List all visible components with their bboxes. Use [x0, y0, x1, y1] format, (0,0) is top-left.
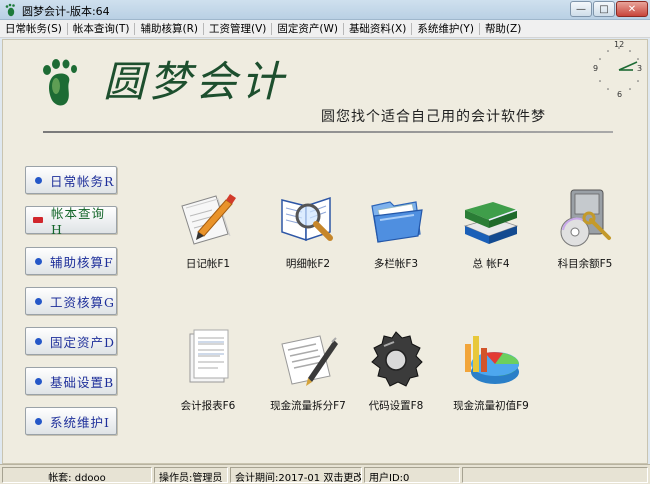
close-button[interactable]: ✕: [616, 1, 648, 17]
tool-label: 明细帐F2: [285, 258, 331, 270]
tool-code-settings[interactable]: 代码设置F8: [348, 328, 444, 428]
footprint-logo-icon: [43, 59, 77, 106]
tool-label: 现金流量初值F9: [453, 400, 529, 412]
sidebar-label: 系统维护I: [50, 414, 110, 430]
title-bar: 圆梦会计-版本:64 — □ ✕: [0, 0, 650, 20]
menu-basic-data[interactable]: 基础资料(X): [344, 21, 411, 36]
menu-fixed-assets[interactable]: 固定资产(W): [272, 21, 343, 36]
report-document-icon: [189, 329, 229, 383]
status-account-set: 帐套: ddooo: [2, 467, 152, 483]
gear-icon: [371, 331, 423, 387]
bullet-icon: [35, 176, 42, 184]
tool-cash-flow-split[interactable]: 现金流量拆分F7: [260, 328, 356, 428]
menu-system-maintenance[interactable]: 系统维护(Y): [412, 21, 479, 36]
menu-payroll[interactable]: 工资管理(V): [204, 21, 271, 36]
clock-widget: 12 3 6 9: [593, 40, 645, 99]
pen-document-icon: [281, 335, 338, 386]
sidebar-daily-accounts-button[interactable]: 日常帐务R: [25, 166, 117, 194]
tool-label: 多栏帐F3: [373, 258, 419, 270]
sidebar-label: 辅助核算F: [50, 254, 114, 270]
menu-ledger-query[interactable]: 帐本查询(T): [68, 21, 135, 36]
app-logo-icon: [5, 3, 15, 17]
sidebar-label: 日常帐务R: [50, 173, 115, 189]
tool-label: 日记帐F1: [185, 258, 231, 270]
tool-multi-column-ledger[interactable]: 多栏帐F3: [348, 186, 444, 286]
menu-auxiliary[interactable]: 辅助核算(R): [135, 21, 203, 36]
tool-label: 会计报表F6: [180, 400, 236, 412]
status-operator: 操作员:管理员: [154, 467, 228, 483]
tool-label: 科目余额F5: [557, 258, 613, 270]
sidebar-basic-settings-button[interactable]: 基础设置B: [25, 367, 117, 395]
slogan-divider: [43, 131, 613, 133]
minimize-button[interactable]: —: [570, 1, 592, 17]
clock-hands-icon: [599, 47, 639, 90]
status-user-id: 用户ID:0: [364, 467, 460, 483]
tool-label: 总 帐F4: [472, 258, 510, 270]
sidebar-label: 基础设置B: [50, 374, 115, 390]
safe-disc-icon: [560, 189, 611, 247]
journal-pen-icon: [181, 194, 236, 245]
stacked-books-icon: [463, 202, 519, 244]
sidebar-payroll-button[interactable]: 工资核算G: [25, 287, 117, 315]
bullet-icon: [35, 297, 42, 305]
sidebar-fixed-assets-button[interactable]: 固定资产D: [25, 327, 117, 355]
bullet-icon: [35, 337, 42, 345]
tool-general-ledger[interactable]: 总 帐F4: [443, 186, 539, 286]
sidebar-label: 帐本查询H: [51, 206, 106, 237]
status-empty: [462, 467, 648, 483]
tool-cash-flow-initial[interactable]: 现金流量初值F9: [443, 328, 539, 428]
menu-help[interactable]: 帮助(Z): [480, 21, 526, 36]
sidebar-ledger-query-button[interactable]: 帐本查询H: [25, 206, 117, 237]
window-title: 圆梦会计-版本:64: [22, 5, 110, 18]
minimize-icon: —: [576, 3, 586, 15]
tool-journal[interactable]: 日记帐F1: [160, 186, 256, 286]
tool-account-balance[interactable]: 科目余额F5: [537, 186, 633, 286]
status-bar: 帐套: ddooo 操作员:管理员 会计期间:2017-01 双击更改 用户ID…: [0, 464, 650, 484]
sidebar-auxiliary-button[interactable]: 辅助核算F: [25, 247, 117, 275]
sidebar-system-maintenance-button[interactable]: 系统维护I: [25, 407, 117, 435]
logo-title: 圆梦会计: [103, 57, 288, 106]
maximize-icon: □: [599, 3, 609, 15]
tool-label: 代码设置F8: [368, 400, 424, 412]
main-panel: 圆梦会计 圆您找个适合自己用的会计软件梦 12 3 6 9 日常帐务R 帐本查询…: [2, 39, 648, 464]
bullet-icon: [35, 257, 42, 265]
maximize-button[interactable]: □: [593, 1, 615, 17]
status-accounting-period[interactable]: 会计期间:2017-01 双击更改: [230, 467, 362, 483]
tool-detail-ledger[interactable]: 明细帐F2: [260, 186, 356, 286]
slogan: 圆您找个适合自己用的会计软件梦: [321, 109, 546, 125]
bullet-icon: [35, 377, 42, 385]
sidebar-label: 固定资产D: [50, 334, 116, 350]
pie-chart-icon: [465, 336, 520, 384]
close-icon: ✕: [627, 3, 637, 15]
tool-financial-reports[interactable]: 会计报表F6: [160, 328, 256, 428]
magnifier-book-icon: [281, 196, 333, 242]
bullet-icon: [35, 417, 42, 425]
tool-label: 现金流量拆分F7: [270, 400, 346, 412]
blue-folder-icon: [371, 201, 423, 243]
sidebar-label: 工资核算G: [50, 294, 115, 310]
menu-daily-accounts[interactable]: 日常帐务(S): [0, 21, 67, 36]
active-bullet-icon: [33, 217, 43, 223]
menu-bar: 日常帐务(S) 帐本查询(T) 辅助核算(R) 工资管理(V) 固定资产(W) …: [0, 20, 650, 38]
